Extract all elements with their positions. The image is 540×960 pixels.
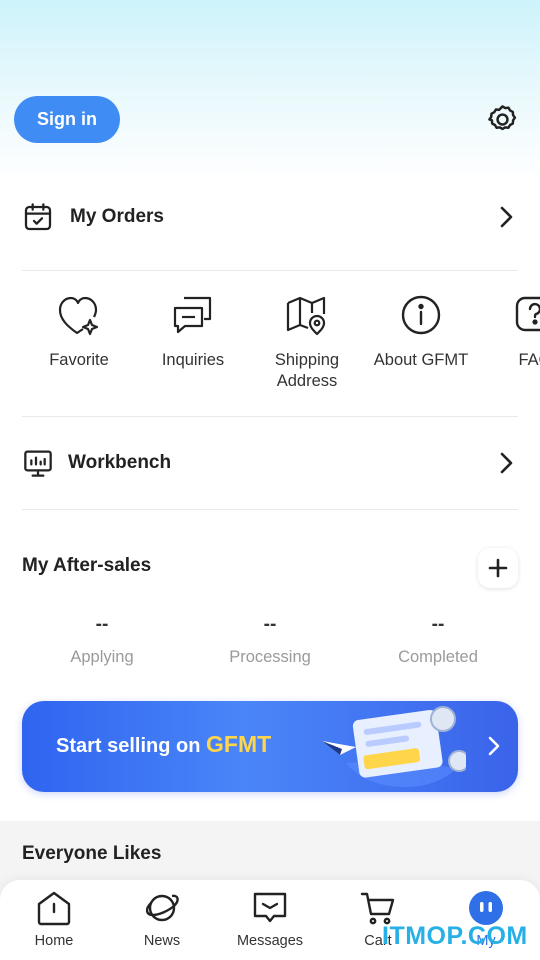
everyone-likes-title: Everyone Likes [22, 843, 162, 864]
chevron-right-icon [500, 452, 513, 474]
sign-in-button[interactable]: Sign in [14, 96, 120, 143]
stat-processing[interactable]: -- Processing [190, 614, 350, 667]
chat-bubbles-icon [173, 296, 212, 334]
shortcut-favorite[interactable]: Favorite [22, 290, 136, 371]
banner-illustration [322, 706, 466, 787]
header-background [0, 0, 540, 180]
profile-header: Sign in [0, 96, 540, 144]
shortcut-label: Inquiries [161, 351, 225, 369]
add-after-sales-button[interactable] [478, 548, 518, 588]
robot-avatar-icon [469, 891, 503, 925]
my-orders-label: My Orders [70, 206, 164, 227]
stat-label: Processing [229, 648, 311, 666]
stat-value: -- [95, 614, 109, 635]
tab-news[interactable]: News [108, 890, 216, 949]
stat-label: Completed [398, 648, 478, 666]
after-sales-title: My After-sales [22, 555, 152, 576]
workbench-label: Workbench [68, 452, 172, 473]
tab-label: Home [34, 933, 74, 949]
divider [22, 509, 518, 510]
chevron-right-icon [488, 736, 500, 756]
stat-value: -- [431, 614, 445, 635]
plus-icon [488, 558, 508, 578]
calendar-check-icon [24, 203, 52, 231]
map-pin-icon [286, 296, 326, 336]
stat-applying[interactable]: -- Applying [22, 614, 182, 667]
shortcut-about[interactable]: About GFMT [364, 290, 478, 371]
banner-brand: GFMT [206, 731, 272, 757]
shortcut-label: Favorite [49, 351, 109, 369]
banner-text: Start selling on GFMT [56, 731, 271, 758]
planet-icon [145, 894, 179, 922]
start-selling-banner[interactable]: Start selling on GFMT [22, 701, 518, 792]
cart-icon [360, 892, 395, 925]
tab-label: Messages [236, 933, 304, 949]
shortcut-label: FAQ [518, 351, 540, 369]
gear-icon[interactable] [486, 103, 519, 136]
message-icon [253, 892, 287, 923]
shortcut-grid: Favorite Inquiries Shipping Address Abou… [22, 290, 540, 400]
banner-text-main: Start selling on [56, 735, 201, 757]
stat-value: -- [263, 614, 277, 635]
stat-label: Applying [70, 648, 134, 666]
tab-messages[interactable]: Messages [216, 890, 324, 949]
tab-home[interactable]: Home [0, 890, 108, 949]
shortcut-faq[interactable]: FAQ [478, 290, 540, 371]
watermark: ITMOP.COM [382, 922, 528, 950]
divider [22, 270, 518, 271]
question-icon [515, 296, 540, 332]
divider [22, 416, 518, 417]
stat-completed[interactable]: -- Completed [358, 614, 518, 667]
workbench-row[interactable]: Workbench [22, 433, 518, 493]
shortcut-inquiries[interactable]: Inquiries [136, 290, 250, 371]
tab-label: News [143, 933, 181, 949]
shortcut-label: Shipping Address [274, 351, 340, 390]
chevron-right-icon [500, 206, 513, 228]
home-icon [37, 891, 71, 926]
my-orders-row[interactable]: My Orders [22, 187, 518, 247]
info-circle-icon [401, 295, 441, 335]
shortcut-label: About GFMT [373, 351, 469, 369]
monitor-chart-icon [24, 450, 52, 477]
heart-sparkle-icon [58, 296, 99, 336]
shortcut-shipping-address[interactable]: Shipping Address [250, 290, 364, 392]
